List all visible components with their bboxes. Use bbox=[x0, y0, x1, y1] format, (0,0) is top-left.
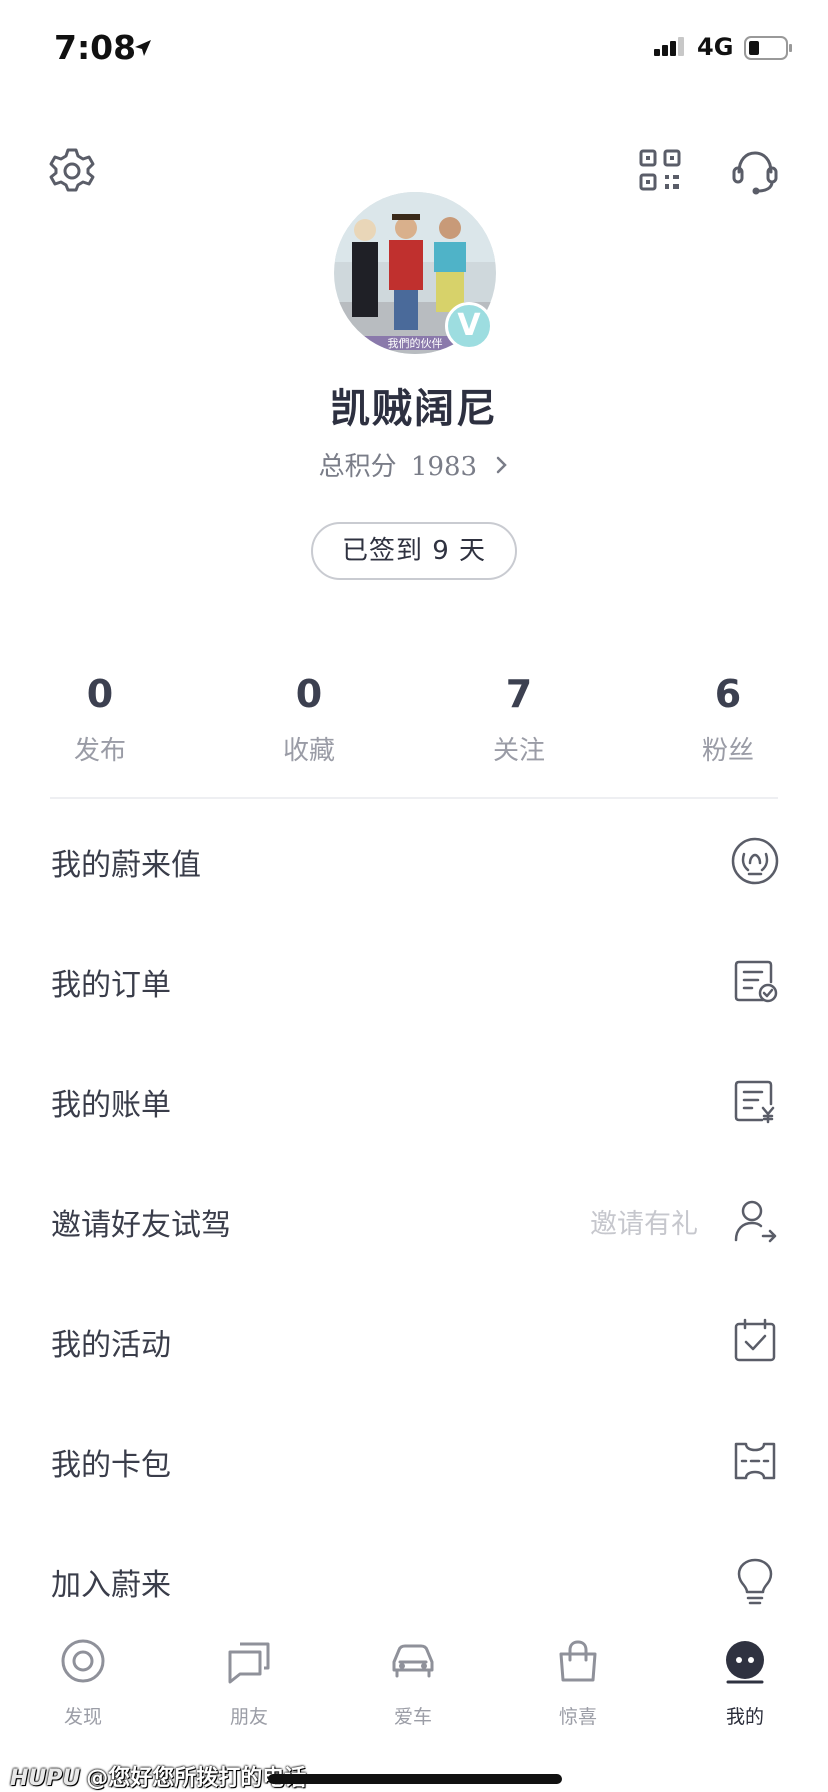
network-type: 4G bbox=[697, 33, 734, 61]
points-label: 总积分 bbox=[318, 452, 397, 482]
avatar-caption: 我們的伙伴 bbox=[388, 336, 443, 350]
shopping-bag-icon bbox=[559, 1640, 597, 1682]
stat-followers[interactable]: 6 粉丝 bbox=[633, 672, 823, 767]
tab-label: 我的 bbox=[725, 1706, 764, 1728]
menu-item-invite-test-drive[interactable]: 邀请好友试驾 邀请有礼 bbox=[0, 1160, 828, 1280]
chevron-right-icon bbox=[497, 456, 508, 474]
menu-item-join-nio[interactable]: 加入蔚来 bbox=[0, 1520, 828, 1640]
tab-my-car[interactable]: 爱车 bbox=[353, 1636, 473, 1729]
stat-posts[interactable]: 0 发布 bbox=[5, 672, 195, 767]
username: 凯贼阔尼 bbox=[330, 386, 498, 432]
status-time: 7:08 bbox=[54, 28, 137, 67]
menu-item-label: 我的卡包 bbox=[51, 1448, 171, 1483]
verified-badge: V bbox=[445, 302, 493, 350]
stat-value: 6 bbox=[714, 672, 742, 716]
battery-icon bbox=[744, 36, 792, 60]
discover-icon bbox=[61, 1639, 105, 1683]
friends-chat-icon bbox=[228, 1642, 270, 1684]
profile-face-icon bbox=[726, 1641, 764, 1684]
calendar-check-icon bbox=[734, 1318, 776, 1362]
menu-item-card-wallet[interactable]: 我的卡包 bbox=[0, 1400, 828, 1520]
ticket-icon bbox=[734, 1442, 776, 1480]
menu-item-label: 我的蔚来值 bbox=[51, 848, 201, 883]
stat-following[interactable]: 7 关注 bbox=[424, 672, 614, 767]
divider bbox=[50, 797, 778, 799]
tab-friends[interactable]: 朋友 bbox=[189, 1636, 309, 1729]
menu-item-hint: 邀请有礼 bbox=[590, 1209, 698, 1240]
car-icon bbox=[392, 1644, 434, 1678]
tab-label: 朋友 bbox=[229, 1706, 268, 1728]
stat-label: 粉丝 bbox=[701, 736, 754, 766]
watermark-brand: HUPU bbox=[10, 1766, 81, 1791]
stat-value: 7 bbox=[505, 672, 533, 716]
menu-item-label: 我的订单 bbox=[51, 968, 171, 1003]
lightbulb-icon bbox=[737, 1558, 773, 1605]
stat-value: 0 bbox=[295, 672, 323, 716]
stat-label: 收藏 bbox=[282, 736, 335, 766]
tab-label: 惊喜 bbox=[558, 1706, 597, 1728]
tab-surprise[interactable]: 惊喜 bbox=[518, 1636, 638, 1729]
customer-service-headset-icon[interactable] bbox=[730, 148, 780, 198]
watermark: HUPU @您好您所拨打的电话 bbox=[10, 1760, 306, 1792]
menu-item-label: 加入蔚来 bbox=[51, 1568, 171, 1603]
stat-favorites[interactable]: 0 收藏 bbox=[214, 672, 404, 767]
stat-label: 发布 bbox=[73, 736, 126, 766]
home-indicator[interactable] bbox=[268, 1774, 562, 1784]
qr-code-icon[interactable] bbox=[638, 148, 682, 192]
checkin-button[interactable]: 已签到 9 天 bbox=[311, 522, 517, 580]
menu-item-bills[interactable]: 我的账单 bbox=[0, 1040, 828, 1160]
tab-label: 发现 bbox=[63, 1706, 102, 1728]
laurel-badge-icon bbox=[731, 837, 779, 885]
tab-mine[interactable]: 我的 bbox=[685, 1636, 805, 1729]
invite-user-icon bbox=[734, 1200, 777, 1243]
menu-item-label: 我的账单 bbox=[51, 1088, 171, 1123]
stat-label: 关注 bbox=[492, 736, 545, 766]
menu-item-label: 邀请好友试驾 bbox=[51, 1208, 231, 1243]
total-points-link[interactable]: 总积分 1983 bbox=[0, 446, 828, 483]
menu-item-label: 我的活动 bbox=[51, 1328, 171, 1363]
menu-item-orders[interactable]: 我的订单 bbox=[0, 920, 828, 1040]
menu-item-nio-value[interactable]: 我的蔚来值 bbox=[0, 800, 828, 920]
points-value: 1983 bbox=[410, 452, 478, 482]
bill-yen-icon bbox=[734, 1080, 775, 1124]
tab-label: 爱车 bbox=[393, 1706, 432, 1728]
stat-value: 0 bbox=[86, 672, 114, 716]
order-check-icon bbox=[734, 960, 778, 1003]
tab-discover[interactable]: 发现 bbox=[23, 1636, 143, 1729]
settings-gear-icon[interactable] bbox=[48, 146, 96, 194]
location-arrow-icon bbox=[135, 40, 151, 56]
cell-signal-icon bbox=[654, 37, 684, 56]
menu-item-activities[interactable]: 我的活动 bbox=[0, 1280, 828, 1400]
